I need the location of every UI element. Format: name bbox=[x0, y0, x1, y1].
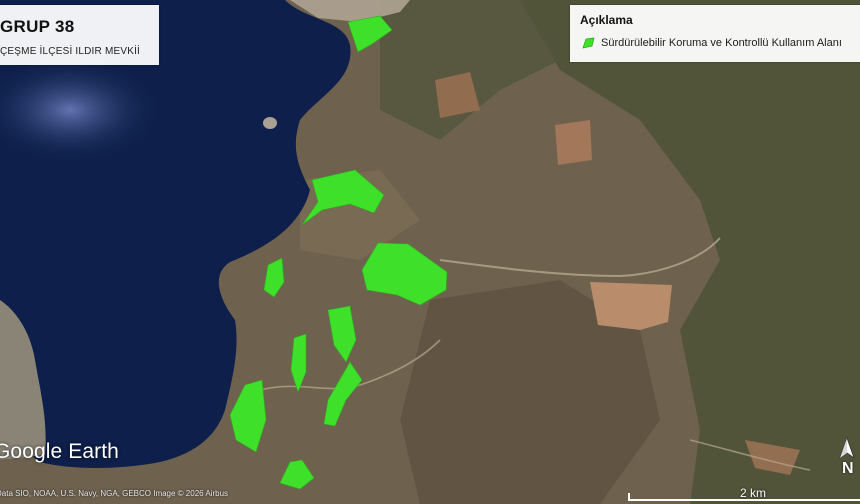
scale-bar: 2 km bbox=[628, 484, 860, 504]
north-arrow-icon bbox=[839, 436, 855, 460]
google-earth-watermark: Google Earth bbox=[0, 440, 119, 463]
satellite-map[interactable]: GRUP 38 ÇEŞME İLÇESİ ILDIR MEVKİİ Açıkla… bbox=[0, 0, 860, 504]
legend: Açıklama Sürdürülebilir Koruma ve Kontro… bbox=[570, 5, 860, 62]
map-subtitle: ÇEŞME İLÇESİ ILDIR MEVKİİ bbox=[0, 46, 141, 57]
map-canvas bbox=[0, 0, 860, 504]
field-patch bbox=[590, 282, 672, 330]
legend-swatch-icon bbox=[582, 37, 595, 49]
island bbox=[263, 117, 277, 129]
scale-bar-line bbox=[628, 493, 860, 501]
field-patch bbox=[555, 120, 592, 165]
legend-item-label: Sürdürülebilir Koruma ve Kontrollü Kulla… bbox=[601, 37, 842, 49]
north-arrow: N bbox=[834, 436, 860, 482]
north-label: N bbox=[842, 460, 854, 477]
shore-south bbox=[0, 470, 185, 504]
imagery-attribution: Data SIO, NOAA, U.S. Navy, NGA, GEBCO Im… bbox=[0, 489, 229, 498]
map-title-box: GRUP 38 ÇEŞME İLÇESİ ILDIR MEVKİİ bbox=[0, 5, 159, 65]
legend-title: Açıklama bbox=[580, 13, 633, 27]
map-title: GRUP 38 bbox=[0, 17, 75, 36]
